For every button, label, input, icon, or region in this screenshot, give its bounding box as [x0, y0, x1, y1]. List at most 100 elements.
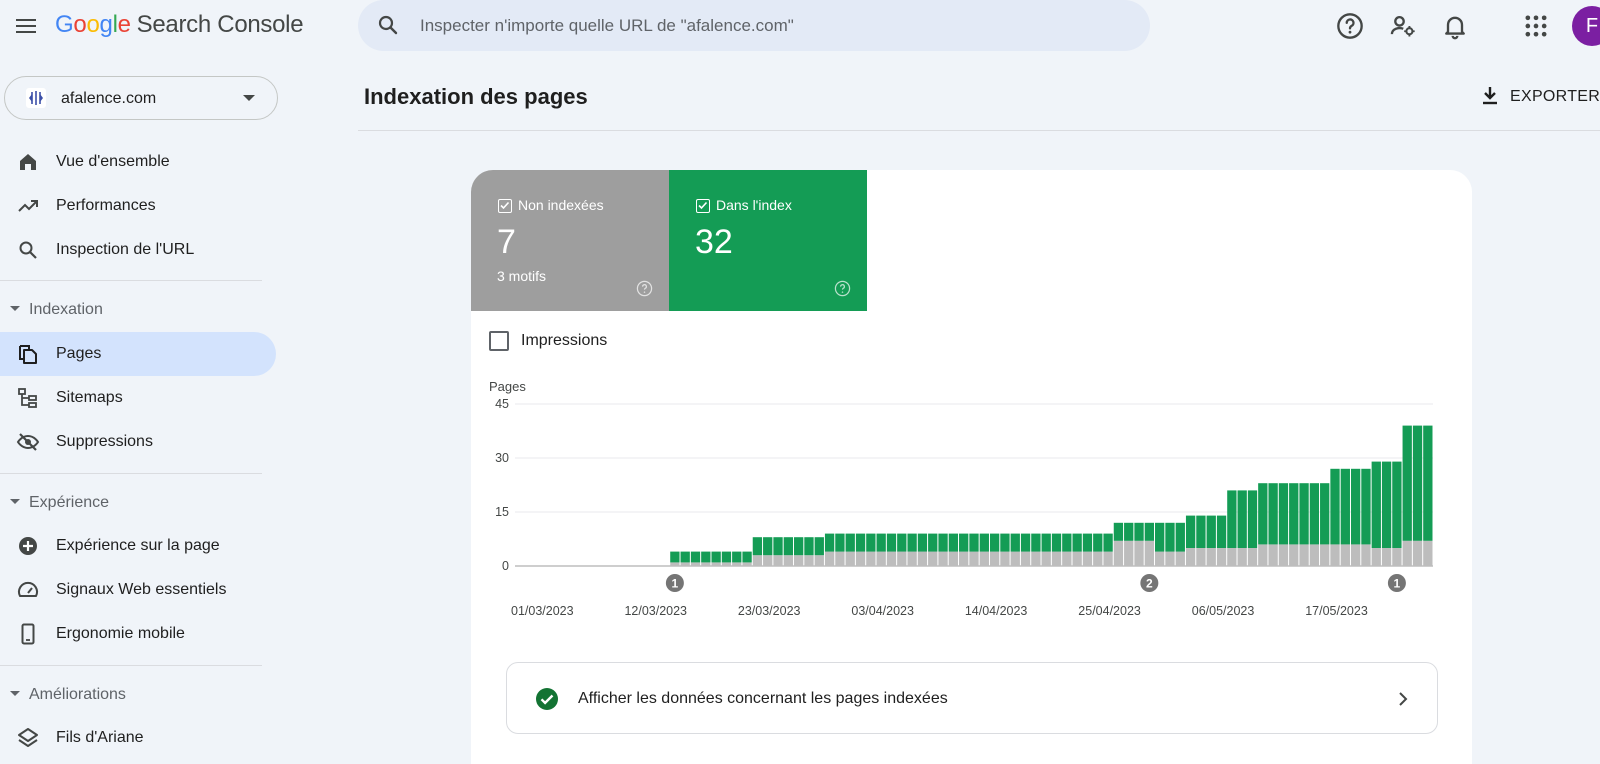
annotation-label: 1 [672, 577, 679, 591]
sidebar-section-label: Indexation [29, 301, 103, 318]
bar-non-indexed [1113, 540, 1124, 566]
bar-indexed [1330, 468, 1340, 545]
manage-users-icon[interactable] [1389, 12, 1417, 40]
bar-non-indexed [670, 562, 680, 566]
notifications-icon[interactable] [1441, 12, 1469, 40]
chevron-right-icon [1399, 692, 1408, 706]
bar-non-indexed [886, 551, 897, 566]
speed-icon [18, 581, 38, 597]
bar-indexed [1175, 522, 1185, 552]
bar-indexed [1082, 533, 1093, 552]
bar-indexed [1350, 468, 1361, 545]
check-circle-icon [536, 688, 558, 710]
bar-indexed [866, 533, 876, 552]
tile-label: Dans l'index [716, 197, 792, 213]
export-label: EXPORTER [1510, 88, 1600, 105]
search-icon [19, 241, 37, 259]
bar-non-indexed [1247, 548, 1258, 566]
x-tick-label: 17/05/2023 [1305, 604, 1368, 618]
sidebar-item-removals[interactable]: Suppressions [0, 420, 276, 464]
apps-grid-icon[interactable] [1522, 12, 1550, 40]
bar-non-indexed [1340, 544, 1350, 566]
bar-indexed [1062, 533, 1072, 552]
url-inspection-search-bar[interactable] [358, 0, 1150, 51]
download-icon [1483, 87, 1497, 105]
logo-letter: G [55, 11, 74, 38]
logo-letter: g [99, 11, 113, 38]
help-icon[interactable] [636, 280, 653, 297]
search-icon [378, 15, 398, 35]
impressions-checkbox[interactable] [489, 331, 509, 351]
bar-indexed [701, 551, 711, 563]
sidebar-item-performance[interactable]: Performances [0, 184, 276, 228]
view-indexed-pages-link[interactable]: Afficher les données concernant les page… [506, 662, 1438, 734]
x-tick-label: 06/05/2023 [1192, 604, 1255, 618]
bar-indexed [1340, 468, 1350, 545]
non-indexed-tile[interactable]: Non indexées 7 3 motifs [471, 170, 669, 311]
bar-non-indexed [1020, 551, 1031, 566]
bar-indexed [1155, 522, 1165, 552]
bar-non-indexed [1381, 548, 1392, 566]
y-axis-title: Pages [489, 379, 526, 394]
top-app-bar: GoogleSearch Console F [0, 0, 1600, 52]
bar-non-indexed [855, 551, 866, 566]
bar-indexed [814, 537, 824, 556]
pages-icon [19, 345, 37, 364]
sidebar-section-label: Améliorations [29, 686, 126, 703]
bar-non-indexed [1268, 544, 1278, 566]
main-menu-icon[interactable] [12, 12, 40, 40]
bar-indexed [670, 551, 680, 563]
product-name: Search Console [136, 11, 304, 38]
sidebar-section-experience[interactable]: Expérience [0, 485, 262, 521]
bar-non-indexed [1289, 544, 1299, 566]
bar-indexed [1165, 522, 1175, 552]
bar-non-indexed [1165, 551, 1175, 566]
bar-indexed [1392, 461, 1402, 548]
bar-non-indexed [1082, 551, 1093, 566]
bar-indexed [732, 551, 742, 563]
sidebar-item-breadcrumbs[interactable]: Fils d'Ariane [0, 716, 276, 760]
sidebar-item-overview[interactable]: Vue d'ensemble [0, 140, 276, 184]
bar-indexed [783, 537, 793, 556]
sitemap-icon [18, 388, 37, 408]
bar-non-indexed [1320, 544, 1330, 566]
bar-indexed [1144, 522, 1155, 541]
bar-indexed [1299, 483, 1309, 545]
y-tick-label: 30 [495, 451, 509, 465]
caret-down-icon [10, 691, 20, 696]
sidebar-item-pages[interactable]: Pages [0, 332, 276, 376]
sidebar-item-url-inspection[interactable]: Inspection de l'URL [0, 228, 276, 272]
property-selector[interactable]: afalence.com [4, 76, 278, 120]
bar-indexed [680, 551, 690, 563]
bar-non-indexed [1134, 540, 1144, 566]
sidebar-section-enhancements[interactable]: Améliorations [0, 677, 262, 713]
help-icon[interactable] [834, 280, 851, 297]
bar-non-indexed [1010, 551, 1020, 566]
indexed-tile[interactable]: Dans l'index 32 [669, 170, 867, 311]
account-avatar[interactable]: F [1572, 6, 1600, 46]
bar-non-indexed [1062, 551, 1072, 566]
bar-indexed [1000, 533, 1010, 552]
sidebar-item-sitemaps[interactable]: Sitemaps [0, 376, 276, 420]
sidebar-section-label: Expérience [29, 494, 110, 511]
google-search-console-logo[interactable]: Google Search Console [55, 11, 304, 39]
bar-non-indexed [773, 555, 783, 566]
bar-indexed [1402, 425, 1412, 541]
url-inspection-input[interactable] [420, 8, 1120, 43]
sidebar-item-mobile-usability[interactable]: Ergonomie mobile [0, 612, 276, 656]
export-button[interactable]: EXPORTER [1472, 80, 1600, 116]
bar-non-indexed [793, 555, 804, 566]
sidebar-item-label: Fils d'Ariane [56, 729, 144, 746]
bar-indexed [1309, 483, 1320, 545]
help-icon[interactable] [1336, 12, 1364, 40]
bar-indexed [763, 537, 773, 556]
sidebar-section-indexing[interactable]: Indexation [0, 292, 262, 328]
sidebar-item-page-experience[interactable]: Expérience sur la page [0, 524, 276, 568]
sidebar-item-label: Signaux Web essentiels [56, 581, 227, 598]
bar-non-indexed [1155, 551, 1165, 566]
visibility-off-icon [16, 433, 40, 451]
bar-indexed [1041, 533, 1051, 552]
bar-non-indexed [804, 555, 814, 566]
bar-indexed [907, 533, 917, 552]
sidebar-item-core-web-vitals[interactable]: Signaux Web essentiels [0, 568, 276, 612]
